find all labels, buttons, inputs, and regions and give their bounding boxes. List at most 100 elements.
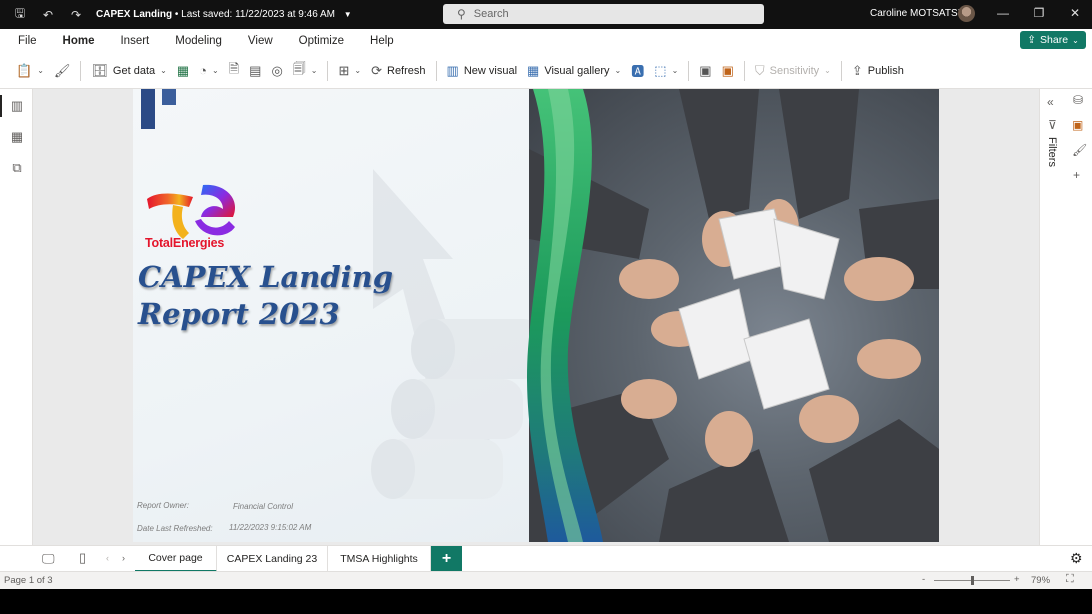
dataverse-button[interactable]: ◎ — [271, 63, 282, 79]
table-view-icon[interactable]: ▦ — [9, 129, 25, 145]
new-visual-label: New visual — [463, 64, 518, 77]
data-pane-icon[interactable]: ⛁ — [1073, 93, 1083, 107]
clipboard-icon: 📋 — [16, 62, 33, 78]
add-pane-icon[interactable]: + — [1073, 168, 1080, 182]
report-title: CAPEX Landing Report 2023 — [138, 259, 393, 333]
document-title[interactable]: CAPEX Landing • Last saved: 11/22/2023 a… — [96, 9, 352, 20]
calculator-icon: ▣ — [699, 62, 712, 78]
last-refreshed-value: 11/22/2023 9:15:02 AM — [229, 523, 312, 532]
title-bar: 🖫 ↶ ↷ CAPEX Landing • Last saved: 11/22/… — [0, 0, 1092, 29]
tab-cover-page[interactable]: Cover page — [135, 546, 217, 572]
visual-gallery-label: Visual gallery — [544, 64, 610, 77]
menu-home[interactable]: Home — [63, 35, 95, 47]
model-view-icon[interactable]: ⧉ — [9, 160, 25, 176]
report-owner-value: Financial Control — [233, 502, 294, 511]
redo-icon[interactable]: ↷ — [68, 7, 84, 23]
filter-icon[interactable]: ⊽ — [1048, 118, 1057, 132]
menu-modeling[interactable]: Modeling — [175, 35, 222, 47]
new-measure-button[interactable]: ▣ — [699, 63, 711, 79]
format-pane-icon[interactable]: 🖌 — [1072, 143, 1087, 157]
refresh-button[interactable]: ⟳ Refresh — [371, 63, 425, 79]
chevron-down-icon: ⌄ — [1072, 35, 1079, 45]
tab-tmsa-highlights[interactable]: TMSA Highlights — [328, 546, 431, 572]
tab-capex-landing-23[interactable]: CAPEX Landing 23 — [217, 546, 328, 572]
refresh-icon: ⟳ — [371, 62, 382, 78]
page-tabs-bar: 🖵 ▯ ‹ › Cover page CAPEX Landing 23 TMSA… — [0, 545, 1092, 572]
publish-button[interactable]: ⇪ Publish — [852, 63, 904, 79]
new-visual-button[interactable]: ▥ New visual — [447, 63, 517, 79]
close-icon[interactable]: ✕ — [1065, 6, 1085, 20]
sql-button[interactable]: 🗎 — [229, 60, 239, 82]
report-name: CAPEX Landing — [96, 9, 173, 20]
ribbon-divider — [840, 60, 842, 81]
search-box[interactable]: ⚲ Search — [443, 4, 764, 24]
quick-measure-icon: ▣ — [721, 62, 734, 78]
minimize-icon[interactable]: — — [993, 6, 1013, 20]
zoom-out-icon[interactable]: - — [922, 574, 925, 585]
menu-view[interactable]: View — [248, 35, 273, 47]
desktop-layout-icon[interactable]: 🖵 — [42, 551, 55, 567]
more-visuals-button[interactable]: ⬚ ⌄ — [654, 63, 678, 79]
menu-help[interactable]: Help — [370, 35, 394, 47]
format-painter-button[interactable]: 🖌 — [54, 63, 71, 79]
ribbon-divider — [327, 60, 329, 81]
menu-bar: File Home Insert Modeling View Optimize … — [0, 29, 1092, 53]
search-placeholder: Search — [473, 8, 509, 20]
visualizations-pane-icon[interactable]: ▣ — [1072, 118, 1083, 132]
zoom-in-icon[interactable]: + — [1014, 574, 1020, 585]
status-bar: Page 1 of 3 - + 79% ⛶ — [0, 571, 1092, 589]
menu-optimize[interactable]: Optimize — [299, 35, 344, 47]
mobile-layout-icon[interactable]: ▯ — [79, 550, 86, 566]
get-data-label: Get data — [112, 64, 156, 77]
share-icon: ⇪ — [1027, 34, 1037, 46]
menu-insert[interactable]: Insert — [120, 35, 149, 47]
page-indicator: Page 1 of 3 — [4, 575, 53, 586]
bar-chart-icon: ▥ — [446, 62, 459, 78]
paste-button[interactable]: 📋 ⌄ — [16, 63, 44, 79]
excel-icon: ▦ — [176, 62, 190, 78]
chevron-down-icon[interactable]: ▼ — [344, 10, 352, 19]
menu-file[interactable]: File — [18, 35, 37, 47]
report-page[interactable]: TotalEnergies CAPEX Landing Report 2023 … — [133, 89, 939, 542]
ribbon-divider — [80, 60, 82, 81]
excel-button[interactable]: ▦ — [177, 63, 189, 79]
sensitivity-button[interactable]: ⛉ Sensitivity ⌄ — [755, 63, 831, 79]
previous-page-icon[interactable]: ‹ — [106, 553, 109, 563]
chevron-down-icon: ⌄ — [614, 66, 622, 75]
chevron-down-icon: ⌄ — [310, 66, 318, 75]
add-page-button[interactable]: + — [431, 546, 462, 571]
filters-pane-tab[interactable]: Filters — [1046, 137, 1058, 167]
ribbon: 📋 ⌄ 🖌 🗄 Get data ⌄ ▦ ◔ ⌄ 🗎 ▤ ◎ 🗐 ⌄ ⊞ ⌄ ⟳ Refres… — [0, 53, 1092, 89]
chevron-down-icon: ⌄ — [671, 66, 679, 75]
avatar[interactable] — [958, 5, 975, 22]
text-box-button[interactable]: 🅰 — [631, 61, 644, 80]
share-label: Share — [1040, 34, 1069, 46]
collapse-panes-icon[interactable]: « — [1047, 95, 1054, 109]
table-icon: ▤ — [249, 62, 262, 78]
save-icon[interactable]: 🖫 — [12, 6, 28, 23]
zoom-slider-thumb[interactable] — [971, 576, 974, 585]
enter-data-button[interactable]: ▤ — [249, 63, 261, 79]
user-name[interactable]: Caroline MOTSATSI — [870, 8, 960, 19]
last-saved-text: • Last saved: 11/22/2023 at 9:46 AM — [174, 9, 335, 20]
green-wave-decoration — [527, 89, 603, 542]
brand-name: TotalEnergies — [145, 236, 225, 250]
quick-measure-button[interactable]: ▣ — [722, 63, 734, 79]
next-page-icon[interactable]: › — [122, 553, 125, 563]
share-button[interactable]: ⇪ Share ⌄ — [1020, 31, 1086, 49]
fit-to-page-icon[interactable]: ⛶ — [1066, 573, 1074, 586]
onelake-button[interactable]: ◔ ⌄ — [199, 63, 219, 78]
restore-icon[interactable]: ❐ — [1029, 6, 1049, 20]
chevron-down-icon: ⌄ — [354, 66, 362, 75]
report-view-icon[interactable]: ▥ — [0, 95, 25, 117]
get-data-button[interactable]: 🗄 Get data ⌄ — [91, 63, 166, 79]
report-owner-label: Report Owner: — [137, 501, 190, 510]
transform-data-button[interactable]: ⊞ ⌄ — [338, 63, 361, 79]
publish-label: Publish — [867, 64, 904, 77]
chevron-down-icon: ⌄ — [37, 66, 44, 75]
database-icon: 🗄 — [91, 62, 108, 78]
recent-sources-button[interactable]: 🗐 ⌄ — [293, 60, 318, 82]
visual-gallery-button[interactable]: ▦ Visual gallery ⌄ — [527, 63, 621, 79]
undo-icon[interactable]: ↶ — [40, 7, 56, 23]
settings-icon[interactable]: ⚙ — [1070, 550, 1083, 567]
